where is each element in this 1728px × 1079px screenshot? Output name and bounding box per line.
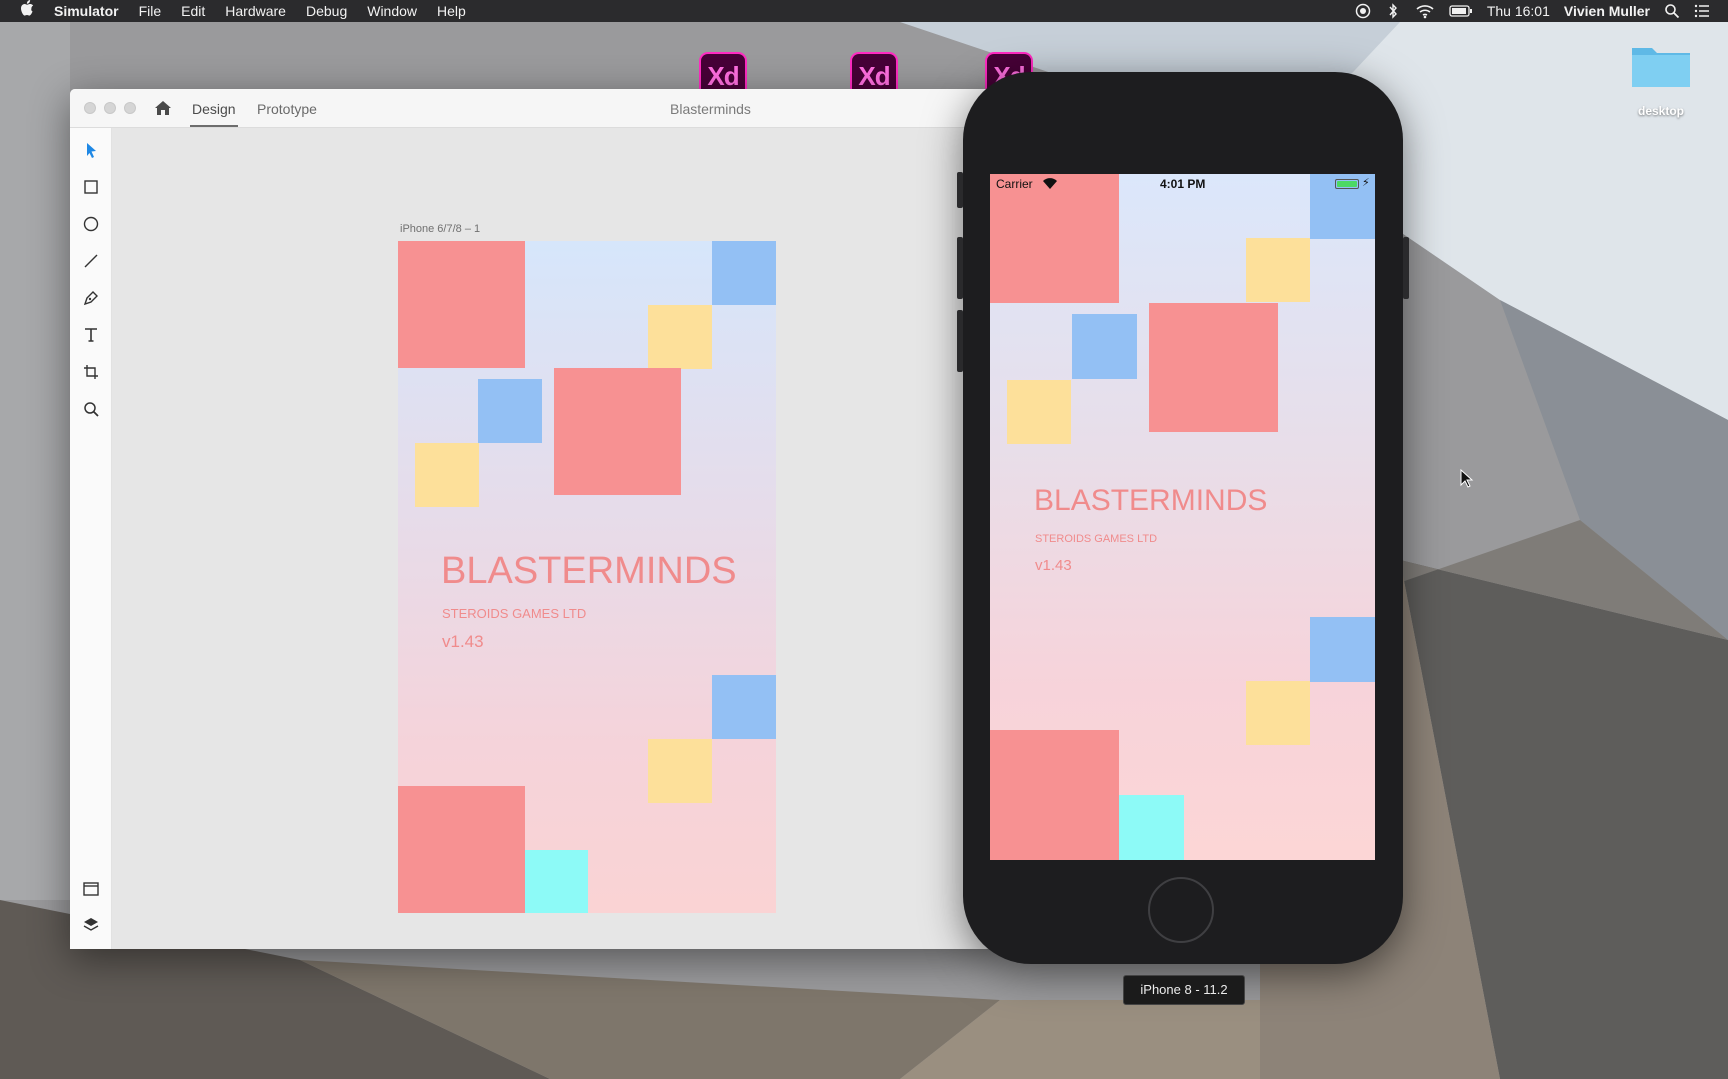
status-time: 4:01 PM [1160,177,1206,191]
blue-square [1310,617,1375,682]
xd-window: Design Prototype Blasterminds iPhone 6/7… [70,89,990,949]
battery-icon [1335,179,1359,189]
menu-app-name[interactable]: Simulator [54,0,119,22]
menu-bar: Simulator File Edit Hardware Debug Windo… [0,0,1728,22]
home-button[interactable] [1148,877,1214,943]
minimize-window-button[interactable] [104,102,116,114]
battery-icon[interactable] [1449,3,1473,19]
assets-panel-icon[interactable] [82,880,100,898]
yellow-square[interactable] [648,305,712,369]
xd-file-icon[interactable]: Xd [699,52,747,92]
blue-square [1072,314,1137,379]
mute-switch[interactable] [957,172,963,208]
xd-file-icon[interactable]: Xd [850,52,898,92]
game-title: BLASTERMINDS [1034,484,1268,517]
artboard[interactable]: BLASTERMINDS STEROIDS GAMES LTD v1.43 [398,241,776,913]
select-tool-icon[interactable] [82,141,100,159]
apple-menu-icon[interactable] [20,0,34,22]
folder-icon[interactable] [1630,40,1692,90]
red-square [1149,303,1278,432]
yellow-square [1246,681,1310,745]
iphone-simulator: Carrier 4:01 PM ⚡ BLASTERMINDS STEROIDS … [957,72,1409,964]
pen-tool-icon[interactable] [82,289,100,307]
zoom-window-button[interactable] [124,102,136,114]
tab-prototype[interactable]: Prototype [257,89,317,127]
close-window-button[interactable] [84,102,96,114]
home-icon[interactable] [154,99,172,117]
rectangle-tool-icon[interactable] [82,178,100,196]
active-tab-indicator [190,125,238,127]
red-square[interactable] [398,786,525,913]
artboard-label[interactable]: iPhone 6/7/8 – 1 [400,223,480,235]
studio-name: STEROIDS GAMES LTD [1035,533,1158,545]
power-button[interactable] [1403,237,1409,299]
ios-status-bar: Carrier 4:01 PM ⚡ [990,174,1375,194]
blue-square[interactable] [712,675,776,739]
yellow-square [1007,380,1071,444]
text-tool-icon[interactable] [82,326,100,344]
wifi-icon[interactable] [1415,3,1435,19]
version-label: v1.43 [1035,557,1072,574]
red-square [990,730,1119,860]
game-title[interactable]: BLASTERMINDS [441,550,737,593]
cyan-square [1119,795,1184,860]
carrier-label: Carrier [996,177,1033,191]
menu-hardware[interactable]: Hardware [225,0,286,22]
tab-design[interactable]: Design [192,89,236,127]
wifi-icon [1043,178,1057,189]
simulator-screen[interactable]: Carrier 4:01 PM ⚡ BLASTERMINDS STEROIDS … [990,174,1375,860]
spotlight-search-icon[interactable] [1664,3,1680,19]
studio-name[interactable]: STEROIDS GAMES LTD [442,606,586,621]
yellow-square[interactable] [415,443,479,507]
design-canvas[interactable]: iPhone 6/7/8 – 1 BLASTERMINDS STEROIDS G… [112,128,990,949]
xd-titlebar: Design Prototype Blasterminds [70,89,990,128]
line-tool-icon[interactable] [82,252,100,270]
red-square[interactable] [554,368,681,495]
folder-label[interactable]: desktop [1620,104,1702,118]
artboard-tool-icon[interactable] [82,363,100,381]
charging-icon: ⚡ [1362,177,1370,189]
blue-square[interactable] [478,379,542,443]
document-title: Blasterminds [670,101,751,117]
bluetooth-icon[interactable] [1385,3,1401,19]
cyan-square[interactable] [525,850,588,913]
tool-panel [70,128,112,949]
layers-panel-icon[interactable] [82,916,100,934]
device-label: iPhone 8 - 11.2 [1123,975,1245,1005]
menu-file[interactable]: File [139,0,162,22]
menu-debug[interactable]: Debug [306,0,347,22]
menu-clock[interactable]: Thu 16:01 [1487,0,1550,22]
screen-record-icon[interactable] [1355,3,1371,19]
zoom-tool-icon[interactable] [82,400,100,418]
menu-window[interactable]: Window [367,0,417,22]
yellow-square[interactable] [648,739,712,803]
mouse-cursor-icon [1460,469,1474,488]
volume-up-button[interactable] [957,237,963,299]
blue-square[interactable] [712,241,776,305]
red-square[interactable] [398,241,525,368]
notification-center-icon[interactable] [1694,3,1710,19]
menu-user[interactable]: Vivien Muller [1564,0,1650,22]
volume-down-button[interactable] [957,310,963,372]
ellipse-tool-icon[interactable] [82,215,100,233]
yellow-square [1246,238,1310,302]
menu-edit[interactable]: Edit [181,0,205,22]
menu-help[interactable]: Help [437,0,466,22]
version-label[interactable]: v1.43 [442,632,484,652]
